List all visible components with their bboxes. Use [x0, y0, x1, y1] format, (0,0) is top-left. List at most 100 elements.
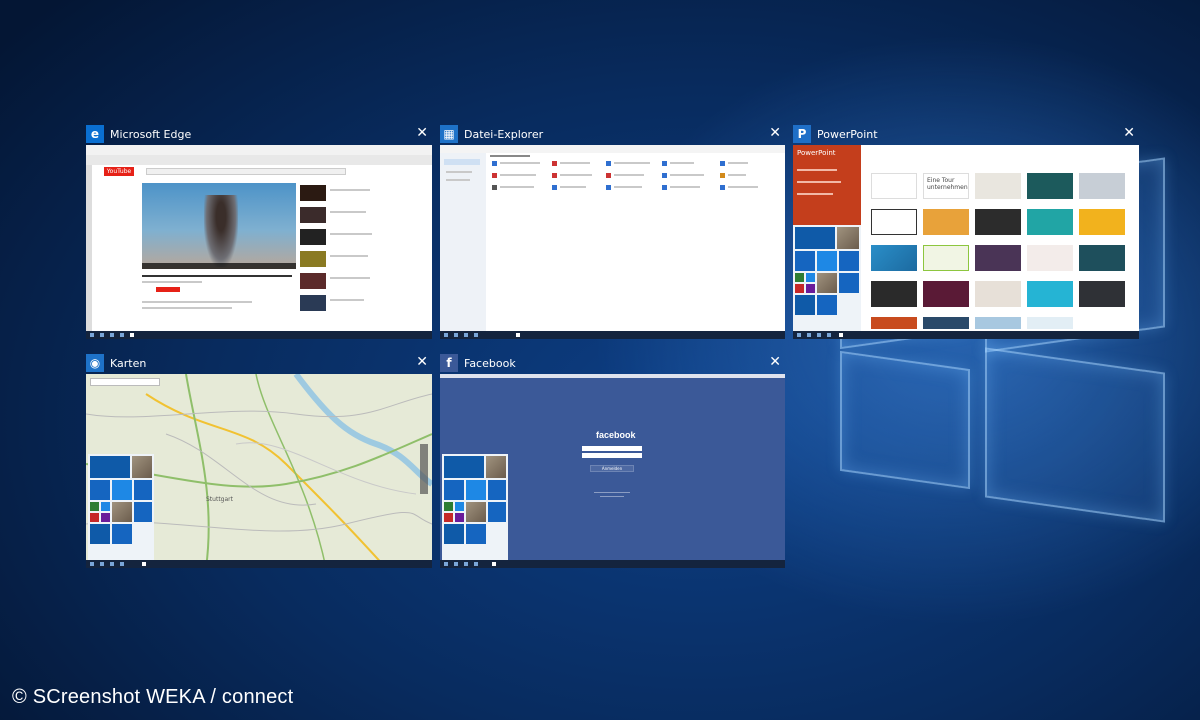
start-tile [101, 513, 110, 522]
taskbar-preview [440, 331, 785, 339]
start-tile [90, 502, 99, 511]
window-header: ◉ Karten ✕ [86, 352, 432, 374]
suggested-video [300, 185, 326, 201]
file-icon [492, 185, 497, 190]
template [923, 281, 969, 307]
template [923, 317, 969, 329]
template [1079, 173, 1125, 199]
close-icon[interactable]: ✕ [416, 354, 428, 370]
task-window-edge[interactable]: e Microsoft Edge ✕ YouTube [86, 123, 432, 339]
file-icon [492, 173, 497, 178]
file-icon [492, 161, 497, 166]
footer-line [594, 492, 630, 493]
window-header: f Facebook ✕ [440, 352, 785, 374]
task-window-explorer[interactable]: ▦ Datei-Explorer ✕ [440, 123, 785, 339]
close-icon[interactable]: ✕ [416, 125, 428, 141]
start-tile [488, 480, 506, 500]
file-name [560, 186, 586, 188]
image-credit: © SCreenshot WEKA / connect [12, 686, 294, 708]
file-name [670, 162, 694, 164]
file-icon [552, 161, 557, 166]
login-button: Anmelden [590, 465, 634, 472]
window-thumbnail[interactable]: PowerPoint Eine Tour unternehmen [793, 145, 1139, 339]
start-tile [795, 273, 804, 282]
template [1027, 245, 1073, 271]
suggested-video [300, 251, 326, 267]
suggested-title [330, 277, 370, 279]
facebook-logo: facebook [596, 430, 636, 440]
start-tile [112, 524, 132, 544]
start-tile [444, 513, 453, 522]
section-heading [490, 155, 530, 157]
suggested-video [300, 295, 326, 311]
start-tile [444, 456, 484, 478]
window-title: PowerPoint [817, 127, 878, 141]
suggested-title [330, 233, 372, 235]
file-name [614, 174, 644, 176]
start-tile [839, 251, 859, 271]
start-tile [486, 456, 506, 478]
browser-top [440, 374, 785, 378]
suggested-video [300, 229, 326, 245]
start-tile [444, 524, 464, 544]
description-line [142, 307, 232, 309]
recent-item [797, 193, 833, 195]
start-tile [90, 513, 99, 522]
folder-icon: ▦ [440, 125, 458, 143]
task-window-maps[interactable]: ◉ Karten ✕ Stuttgart [86, 352, 432, 568]
window-header: ▦ Datei-Explorer ✕ [440, 123, 785, 145]
file-name [614, 162, 650, 164]
start-tile [817, 273, 837, 293]
file-name [670, 174, 704, 176]
start-menu-preview [793, 225, 861, 331]
start-tile [795, 284, 804, 293]
file-name [500, 162, 540, 164]
start-tile [90, 524, 110, 544]
file-name [560, 162, 590, 164]
window-title: Facebook [464, 356, 516, 370]
close-icon[interactable]: ✕ [769, 125, 781, 141]
window-thumbnail[interactable] [440, 145, 785, 339]
start-tile [466, 502, 486, 522]
template [923, 245, 969, 271]
file-icon [552, 185, 557, 190]
file-icon [606, 161, 611, 166]
template [923, 209, 969, 235]
template [975, 173, 1021, 199]
task-window-powerpoint[interactable]: P PowerPoint ✕ PowerPoint Eine Tour unte… [793, 123, 1139, 339]
template-tour: Eine Tour unternehmen [923, 173, 969, 199]
start-tile [837, 227, 859, 249]
subscribe-button [156, 287, 180, 292]
close-icon[interactable]: ✕ [769, 354, 781, 370]
start-tile [817, 251, 837, 271]
close-icon[interactable]: ✕ [1123, 125, 1135, 141]
file-name [560, 174, 592, 176]
suggested-video [300, 273, 326, 289]
map-search-input [90, 378, 160, 386]
map-controls [420, 444, 428, 494]
start-tile [795, 295, 815, 315]
file-icon [606, 185, 611, 190]
template [1027, 209, 1073, 235]
file-name [728, 174, 746, 176]
start-tile [132, 456, 152, 478]
window-thumbnail[interactable]: YouTube [86, 145, 432, 339]
nav-item [446, 171, 472, 173]
start-tile [444, 480, 464, 500]
suggested-video [300, 207, 326, 223]
start-tile [101, 502, 110, 511]
task-window-facebook[interactable]: f Facebook ✕ facebook Anmelden [440, 352, 785, 568]
explorer-toolbar [440, 145, 785, 153]
file-icon [662, 185, 667, 190]
facebook-icon: f [440, 354, 458, 372]
template [871, 245, 917, 271]
taskbar-preview [86, 331, 432, 339]
window-thumbnail[interactable]: facebook Anmelden [440, 374, 785, 568]
email-field [582, 446, 642, 451]
template [1079, 245, 1125, 271]
template [1027, 317, 1073, 329]
recent-item [797, 169, 837, 171]
window-title: Datei-Explorer [464, 127, 544, 141]
window-thumbnail[interactable]: Stuttgart [86, 374, 432, 568]
template [1079, 281, 1125, 307]
